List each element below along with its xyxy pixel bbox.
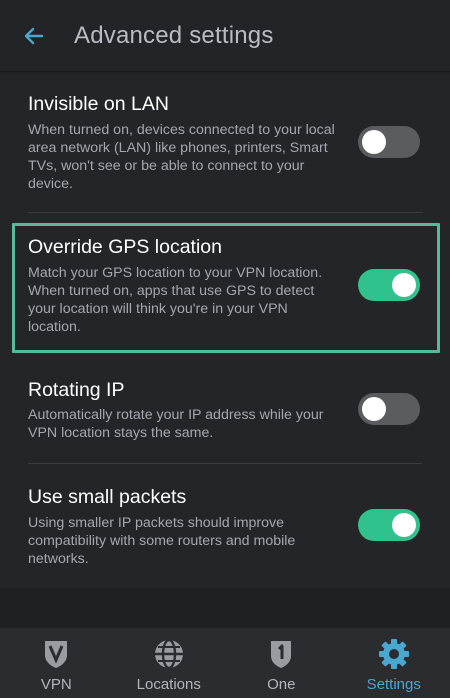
setting-title: Invisible on LAN	[28, 93, 169, 115]
page-title: Advanced settings	[74, 21, 274, 49]
nav-item-vpn[interactable]: VPN	[0, 628, 113, 698]
globe-icon	[152, 637, 186, 671]
back-button[interactable]	[16, 18, 52, 54]
setting-title: Rotating IP	[28, 379, 125, 401]
nav-label: Locations	[136, 676, 201, 693]
nav-item-settings[interactable]: Settings	[338, 628, 450, 698]
setting-use-small-packets: Use small packets Using smaller IP packe…	[0, 464, 450, 588]
rotating-ip-toggle[interactable]	[358, 393, 420, 425]
gear-icon	[377, 637, 411, 671]
nav-item-one[interactable]: One	[225, 628, 338, 698]
invisible-on-lan-toggle[interactable]	[358, 126, 420, 158]
override-gps-location-toggle[interactable]	[358, 269, 420, 301]
nav-item-locations[interactable]: Locations	[113, 628, 226, 698]
shield-one-icon	[264, 637, 298, 671]
toggle-knob	[362, 130, 386, 154]
shield-icon	[39, 637, 73, 671]
settings-list: Invisible on LAN When turned on, devices…	[0, 73, 450, 588]
divider	[28, 212, 422, 213]
toggle-knob	[392, 273, 416, 297]
use-small-packets-toggle[interactable]	[358, 509, 420, 541]
setting-description: Using smaller IP packets should improve …	[28, 515, 296, 567]
setting-title: Override GPS location	[28, 236, 223, 258]
setting-description: Automatically rotate your IP address whi…	[28, 407, 324, 441]
setting-rotating-ip: Rotating IP Automatically rotate your IP…	[0, 363, 450, 463]
nav-label: VPN	[40, 676, 72, 693]
nav-label: Settings	[366, 676, 421, 693]
arrow-left-icon	[24, 27, 44, 44]
advanced-settings-screen: Advanced settings Invisible on LAN When …	[0, 0, 450, 698]
toggle-knob	[392, 513, 416, 537]
setting-description: Match your GPS location to your VPN loca…	[28, 265, 323, 335]
setting-invisible-on-lan: Invisible on LAN When turned on, devices…	[0, 73, 450, 213]
app-header: Advanced settings	[0, 0, 450, 72]
setting-title: Use small packets	[28, 486, 187, 508]
nav-label: One	[267, 676, 296, 693]
setting-description: When turned on, devices connected to you…	[28, 122, 335, 192]
setting-override-gps-location: Override GPS location Match your GPS loc…	[0, 223, 450, 353]
bottom-navigation: VPN Locations One Settings	[0, 628, 450, 698]
toggle-knob	[362, 397, 386, 421]
